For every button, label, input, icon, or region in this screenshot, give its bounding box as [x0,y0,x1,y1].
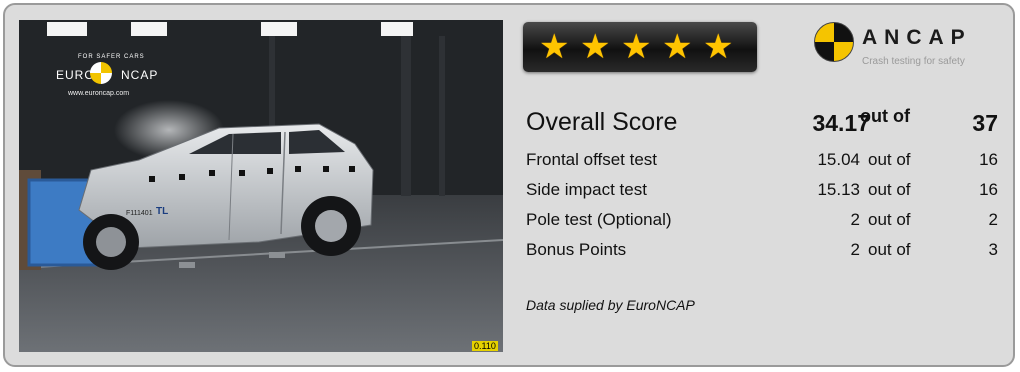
score-out-of: out of [868,180,911,199]
score-label: Bonus Points [526,240,627,259]
score-out-of: out of [868,240,911,259]
ancap-tagline: Crash testing for safety [862,56,965,67]
score-value: 15.04 [817,150,860,169]
star-icon: ★ [539,28,570,66]
euroncap-url: www.euroncap.com [68,90,130,97]
star-icon: ★ [703,28,734,66]
ancap-emblem-icon [814,22,854,62]
score-out-of: out of [868,150,911,169]
star-rating: ★ ★ ★ ★ ★ [523,22,757,72]
score-value: 2 [850,240,860,259]
overall-score-max: 37 [972,110,998,136]
frame-counter: 0.110 [472,341,498,351]
euroncap-emblem-icon [90,62,112,84]
car-badge: TL [156,206,169,217]
overall-score-out-of: out of [860,106,910,126]
score-row-bonus: Bonus Points 2 out of 3 [526,240,998,264]
score-max: 3 [988,240,998,259]
car-plate: F111401 [126,210,153,217]
euroncap-logo: FOR SAFER CARS EURO NCAP www.euroncap.co… [52,54,162,102]
star-icon: ★ [662,28,693,66]
score-value: 15.13 [817,180,860,199]
overall-score-label: Overall Score [526,108,678,136]
score-label: Pole test (Optional) [526,210,672,229]
data-source-note: Data suplied by EuroNCAP [526,297,695,313]
score-max: 16 [979,180,998,199]
star-icon: ★ [621,28,652,66]
score-out-of: out of [868,210,911,229]
score-label: Frontal offset test [526,150,658,169]
star-icon: ★ [580,28,611,66]
score-max: 16 [979,150,998,169]
score-row-side: Side impact test 15.13 out of 16 [526,180,998,204]
score-value: 2 [850,210,860,229]
score-row-pole: Pole test (Optional) 2 out of 2 [526,210,998,234]
overall-score-row: Overall Score 34.17 out of 37 [526,106,998,136]
score-row-frontal: Frontal offset test 15.04 out of 16 [526,150,998,174]
score-label: Side impact test [526,180,647,199]
ancap-brand: ANCAP [862,26,972,49]
score-max: 2 [988,210,998,229]
euroncap-arc-text: FOR SAFER CARS [78,54,145,60]
